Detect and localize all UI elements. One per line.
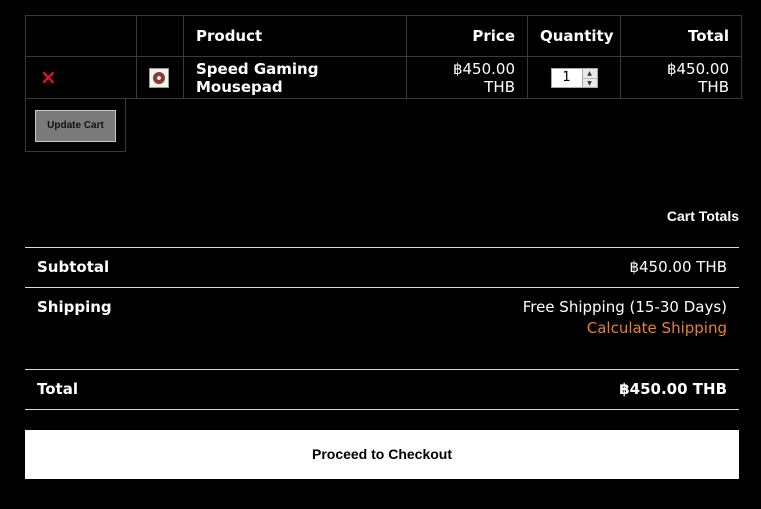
subtotal-value: ฿450.00 THB xyxy=(629,258,727,276)
divider xyxy=(25,409,739,410)
remove-cell: × xyxy=(25,56,137,99)
product-name[interactable]: Speed Gaming Mousepad xyxy=(183,56,407,99)
divider xyxy=(25,369,739,370)
product-price: ฿450.00 THB xyxy=(406,56,528,99)
mousepad-icon xyxy=(153,71,165,84)
quantity-stepper[interactable]: 1 ▲ ▼ xyxy=(550,67,598,88)
shipping-value: Free Shipping (15-30 Days) xyxy=(522,298,727,316)
update-cart-button[interactable]: Update Cart xyxy=(35,110,116,142)
col-price: Price xyxy=(406,15,528,57)
col-remove xyxy=(25,15,137,57)
line-total: ฿450.00 THB xyxy=(620,56,742,99)
calculate-shipping-link[interactable]: Calculate Shipping xyxy=(587,319,727,337)
quantity-cell: 1 ▲ ▼ xyxy=(527,56,621,99)
update-cart-cell: Update Cart xyxy=(25,98,126,152)
col-thumbnail xyxy=(136,15,184,57)
quantity-spinner: ▲ ▼ xyxy=(581,68,597,88)
cart-totals-heading: Cart Totals xyxy=(666,208,739,224)
product-thumbnail[interactable] xyxy=(149,67,169,88)
divider xyxy=(25,287,739,288)
cart-page: Product Price Quantity Total × Speed Gam… xyxy=(0,0,761,509)
cart-header-row: Product Price Quantity Total xyxy=(25,15,742,57)
divider xyxy=(25,247,739,248)
col-quantity: Quantity xyxy=(527,15,621,57)
proceed-to-checkout-button[interactable]: Proceed to Checkout xyxy=(25,430,739,479)
thumbnail-cell xyxy=(136,56,184,99)
col-total: Total xyxy=(620,15,742,57)
col-product: Product xyxy=(183,15,407,57)
subtotal-label: Subtotal xyxy=(37,258,110,276)
remove-item-icon[interactable]: × xyxy=(40,67,57,87)
shipping-label: Shipping xyxy=(37,298,112,316)
cart-table: Product Price Quantity Total × Speed Gam… xyxy=(25,15,742,99)
increment-icon[interactable]: ▲ xyxy=(583,69,597,78)
decrement-icon[interactable]: ▼ xyxy=(582,77,597,88)
total-label: Total xyxy=(37,380,78,398)
table-row: × Speed Gaming Mousepad ฿450.00 THB 1 ▲ … xyxy=(25,56,742,99)
quantity-input[interactable]: 1 xyxy=(551,68,582,87)
total-value: ฿450.00 THB xyxy=(619,380,727,398)
